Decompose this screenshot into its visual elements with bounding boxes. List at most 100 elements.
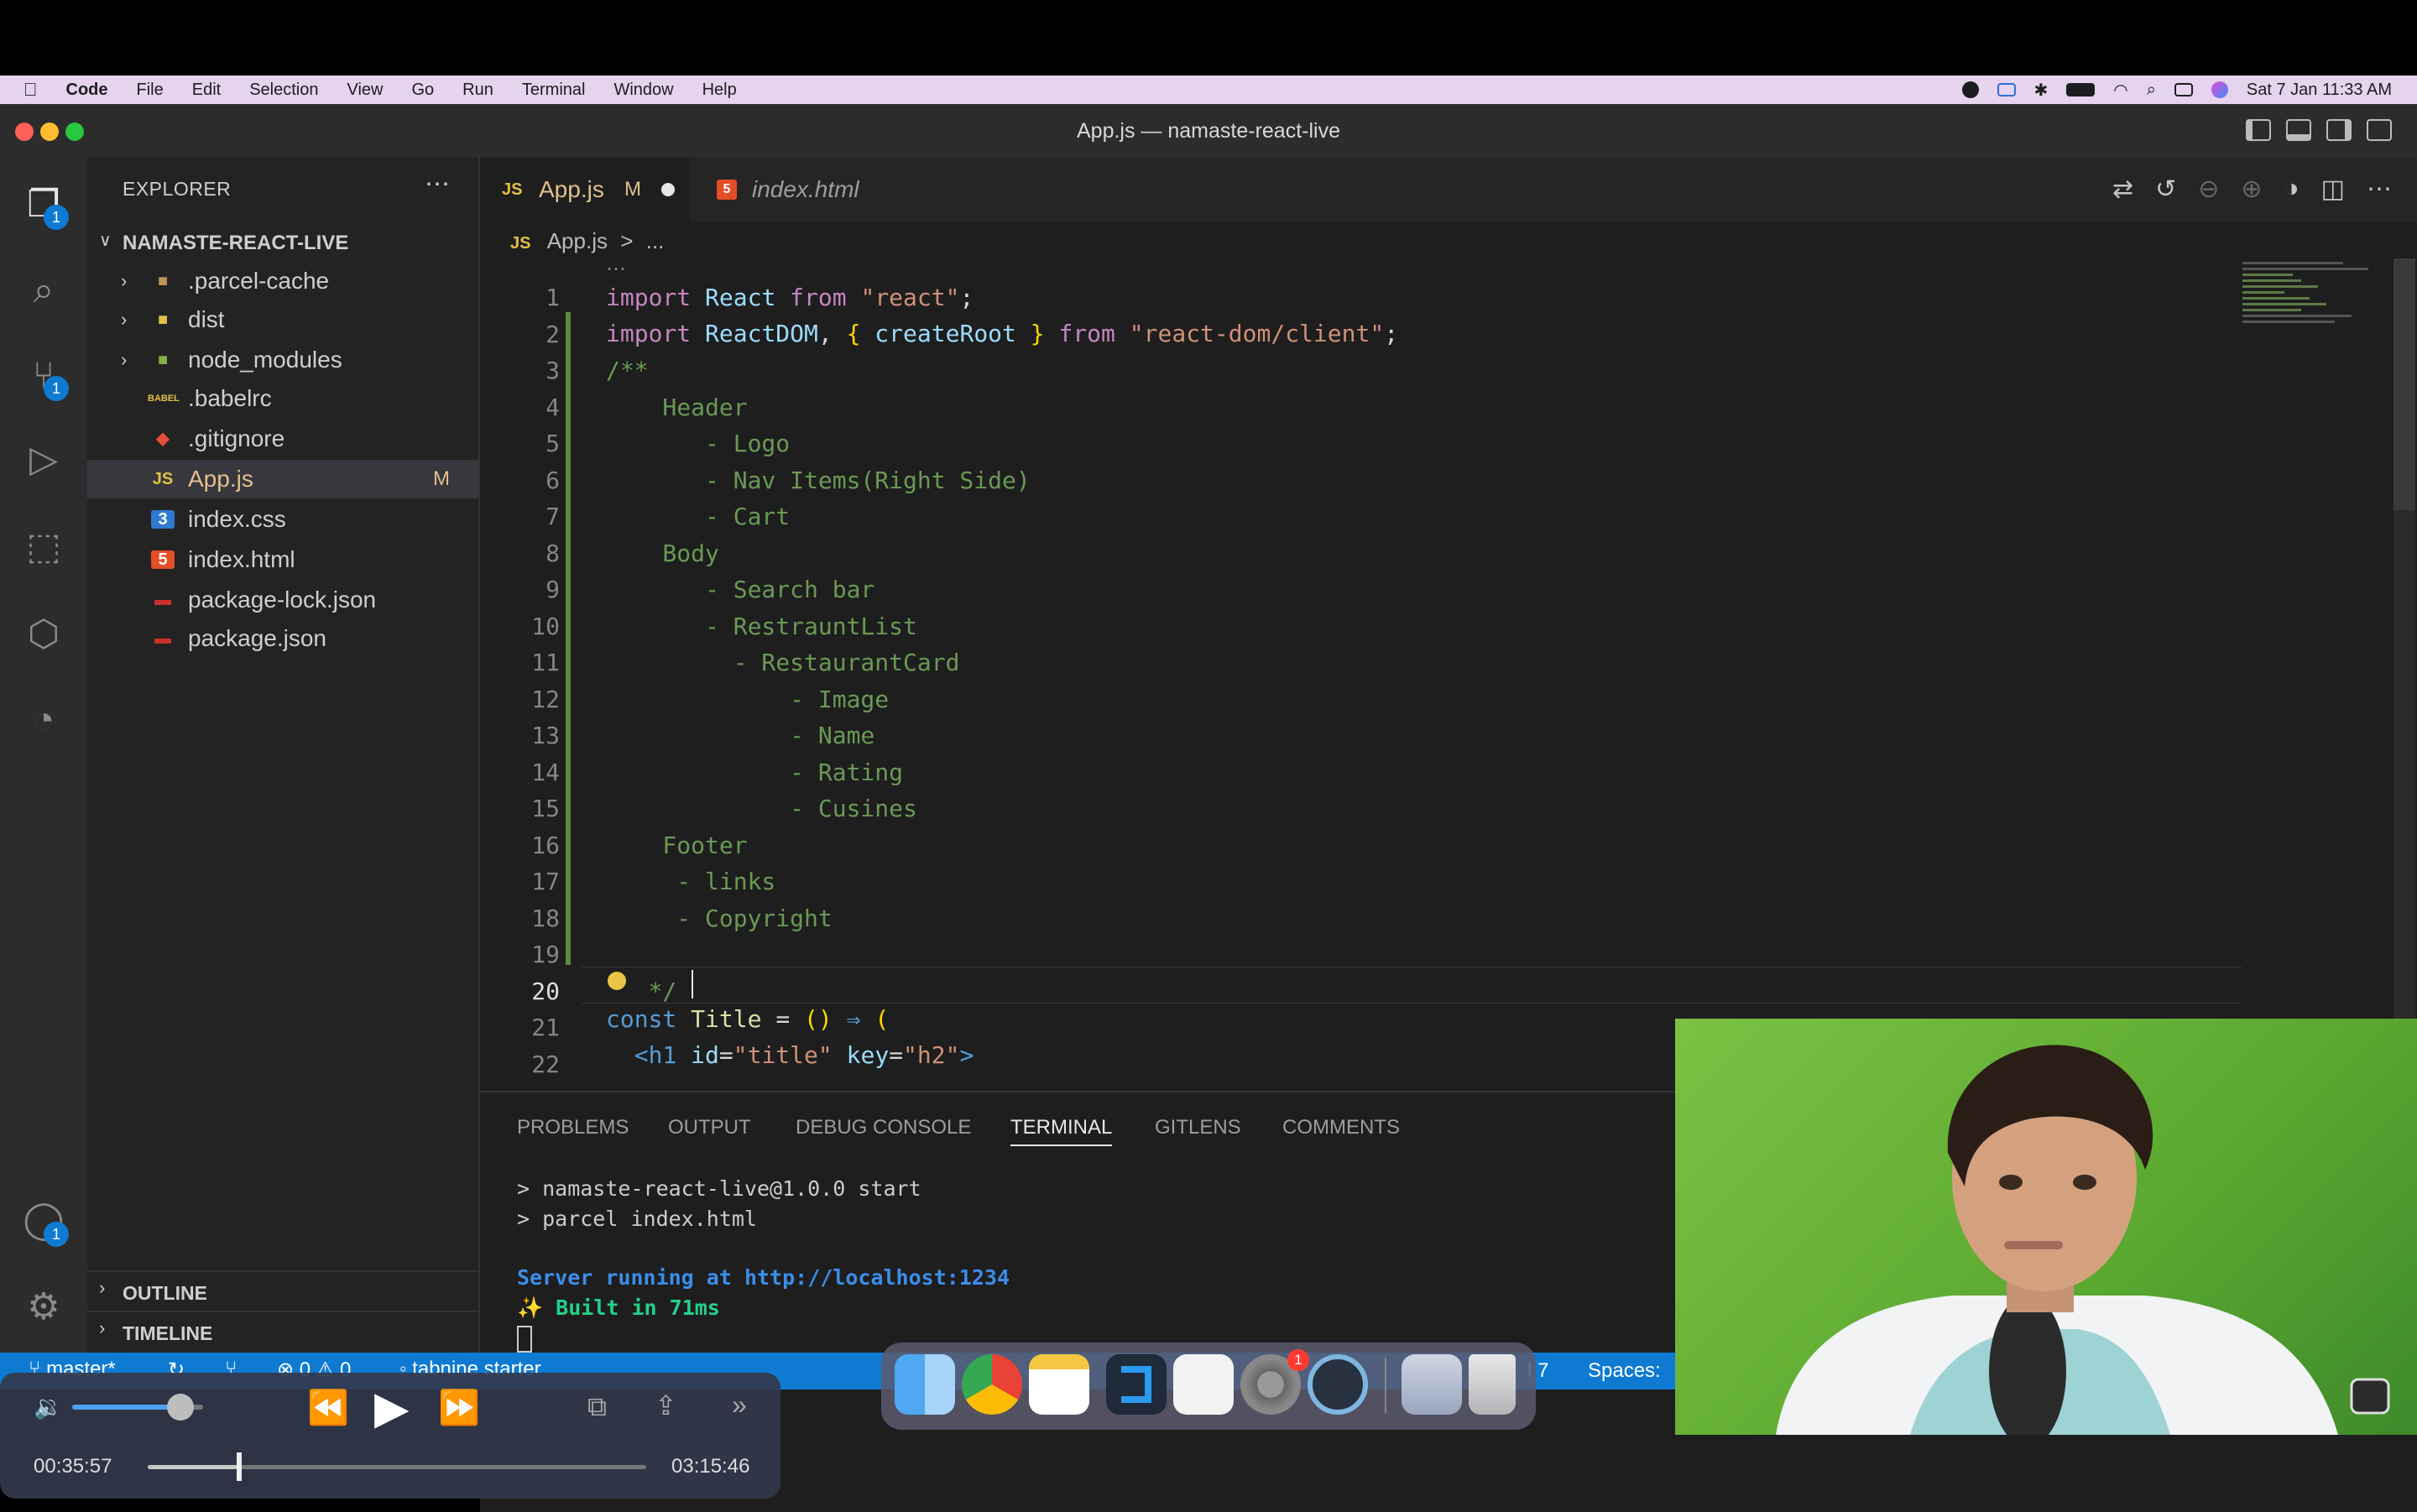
next-change-icon[interactable]: ⊕ (2241, 175, 2262, 204)
customize-layout-icon[interactable] (2367, 119, 2392, 141)
more-controls-icon[interactable]: » (732, 1389, 747, 1421)
tree-item-gitignore[interactable]: ◆ .gitignore (87, 420, 478, 458)
notes-icon[interactable] (1029, 1354, 1089, 1415)
go-back-icon[interactable]: ↺ (2155, 175, 2176, 204)
recording-icon[interactable] (1961, 81, 1979, 98)
timeline-section[interactable]: › TIMELINE (87, 1311, 478, 1349)
play-icon[interactable]: ▶ (374, 1381, 410, 1434)
tab-debug-console[interactable]: DEBUG CONSOLE (796, 1116, 971, 1139)
downloads-icon[interactable] (1402, 1354, 1462, 1415)
unsaved-dot-icon[interactable] (661, 183, 675, 196)
project-folder[interactable]: ∨ NAMASTE-REACT-LIVE (87, 227, 478, 260)
trash-icon[interactable] (1469, 1354, 1516, 1415)
menu-view[interactable]: View (347, 81, 383, 100)
terminal-output[interactable]: > namaste-react-live@1.0.0 start > parce… (517, 1176, 1010, 1353)
indentation-status[interactable]: Spaces: (1588, 1359, 1661, 1383)
run-debug-icon[interactable]: ▷ (18, 435, 69, 485)
comment-line: Body (606, 539, 719, 567)
wifi-icon[interactable]: ◠ (2113, 80, 2127, 101)
menu-file[interactable]: File (137, 81, 164, 100)
split-editor-icon[interactable]: ◫ (2321, 175, 2345, 204)
vscode-icon[interactable] (1106, 1354, 1167, 1415)
breadcrumb-rest[interactable]: ... (646, 228, 665, 253)
more-actions-icon[interactable]: ⋯ (425, 169, 450, 199)
picture-in-picture-icon[interactable]: ⧉ (587, 1391, 607, 1423)
comment-line: - Cusines (606, 795, 917, 822)
localhost-link[interactable]: http://localhost:1234 (744, 1265, 1010, 1290)
screen-icon[interactable] (1997, 83, 2016, 96)
menu-go[interactable]: Go (411, 81, 434, 100)
siri-icon[interactable] (2211, 81, 2228, 98)
tab-index-html[interactable]: 5 index.html (692, 158, 893, 222)
chrome-icon[interactable] (962, 1354, 1022, 1415)
quicktime-icon[interactable] (1308, 1354, 1368, 1415)
spotlight-search-icon[interactable]: ⌕ (2147, 81, 2156, 100)
tree-item-index-css[interactable]: 3 index.css (87, 500, 478, 539)
macos-dock: 1 (881, 1343, 1536, 1430)
menu-selection[interactable]: Selection (249, 81, 318, 100)
chevron-right-icon: › (99, 1317, 106, 1338)
gitlens-icon[interactable]: ◔ (18, 695, 69, 745)
vertical-scrollbar[interactable] (2394, 258, 2415, 1089)
playback-progress-bar[interactable] (148, 1452, 646, 1481)
chevron-right-icon: › (121, 309, 128, 330)
tree-item-app-js[interactable]: JS App.js M (87, 460, 478, 498)
remote-explorer-icon[interactable]: ⬡ (18, 609, 69, 660)
comment-line: - RestaurantCard (606, 649, 960, 676)
menu-code[interactable]: Code (66, 81, 108, 100)
outline-section[interactable]: › OUTLINE (87, 1270, 478, 1309)
menu-edit[interactable]: Edit (192, 81, 221, 100)
apple-icon[interactable]:  (23, 79, 38, 101)
tree-item-dist[interactable]: › ■ dist (87, 300, 478, 339)
line-number: 16 (531, 831, 560, 859)
open-changes-icon[interactable]: ⇄ (2112, 175, 2133, 204)
previous-change-icon[interactable]: ⊖ (2198, 175, 2219, 204)
tab-output[interactable]: OUTPUT (668, 1116, 751, 1139)
tree-item-node-modules[interactable]: › ■ node_modules (87, 341, 478, 379)
terminal-line: > namaste-react-live@1.0.0 start (517, 1176, 921, 1201)
control-center-icon[interactable] (2174, 83, 2193, 96)
menubar-clock[interactable]: Sat 7 Jan 11:33 AM (2247, 81, 2392, 100)
folder-icon: ■ (157, 351, 169, 369)
tab-app-js[interactable]: JS App.js M (480, 158, 690, 222)
menu-run[interactable]: Run (462, 81, 493, 100)
menu-help[interactable]: Help (702, 81, 737, 100)
line-number: 8 (546, 539, 560, 567)
tree-item-index-html[interactable]: 5 index.html (87, 540, 478, 579)
toggle-sidebar-icon[interactable] (2246, 119, 2271, 141)
minimap[interactable] (2242, 258, 2394, 426)
tree-item-parcel-cache[interactable]: › ■ .parcel-cache (87, 262, 478, 300)
toggle-panel-icon[interactable] (2286, 119, 2311, 141)
volume-slider[interactable] (72, 1394, 203, 1421)
tree-item-babelrc[interactable]: BABEL .babelrc (87, 379, 478, 418)
menu-window[interactable]: Window (613, 81, 673, 100)
breadcrumb-file[interactable]: App.js (547, 228, 608, 253)
more-actions-icon[interactable]: ⋯ (2367, 175, 2392, 204)
tree-item-package-json[interactable]: ▬ package.json (87, 619, 478, 658)
search-icon[interactable]: ⌕ (18, 265, 69, 315)
gitlens-blame-icon[interactable]: ◑ (2284, 175, 2300, 204)
toggle-secondary-sidebar-icon[interactable] (2326, 119, 2352, 141)
textedit-icon[interactable] (1173, 1354, 1234, 1415)
terminal-cursor (517, 1326, 532, 1353)
extensions-icon[interactable]: ⬚ (18, 522, 69, 572)
share-icon[interactable]: ⇪ (655, 1389, 677, 1421)
tab-problems[interactable]: PROBLEMS (517, 1116, 629, 1139)
code-line-1: import React from "react"; (606, 284, 974, 311)
bluetooth-icon[interactable]: ✱ (2034, 80, 2049, 101)
volume-knob[interactable] (167, 1394, 195, 1421)
window-titlebar: App.js — namaste-react-live (0, 104, 2417, 158)
tab-gitlens[interactable]: GITLENS (1155, 1116, 1241, 1139)
menu-terminal[interactable]: Terminal (522, 81, 586, 100)
fast-forward-icon[interactable]: ⏩ (438, 1388, 480, 1427)
battery-icon[interactable] (2066, 83, 2096, 96)
volume-icon[interactable]: 🔉 (34, 1393, 63, 1421)
manage-gear-icon[interactable]: ⚙ (18, 1282, 69, 1332)
rewind-icon[interactable]: ⏪ (307, 1388, 349, 1427)
tab-comments[interactable]: COMMENTS (1282, 1116, 1400, 1139)
tab-terminal[interactable]: TERMINAL (1010, 1116, 1113, 1146)
playhead[interactable] (237, 1452, 243, 1481)
finder-icon[interactable] (895, 1354, 955, 1415)
webcam-overlay (1675, 1019, 2417, 1435)
tree-item-package-lock-json[interactable]: ▬ package-lock.json (87, 581, 478, 619)
